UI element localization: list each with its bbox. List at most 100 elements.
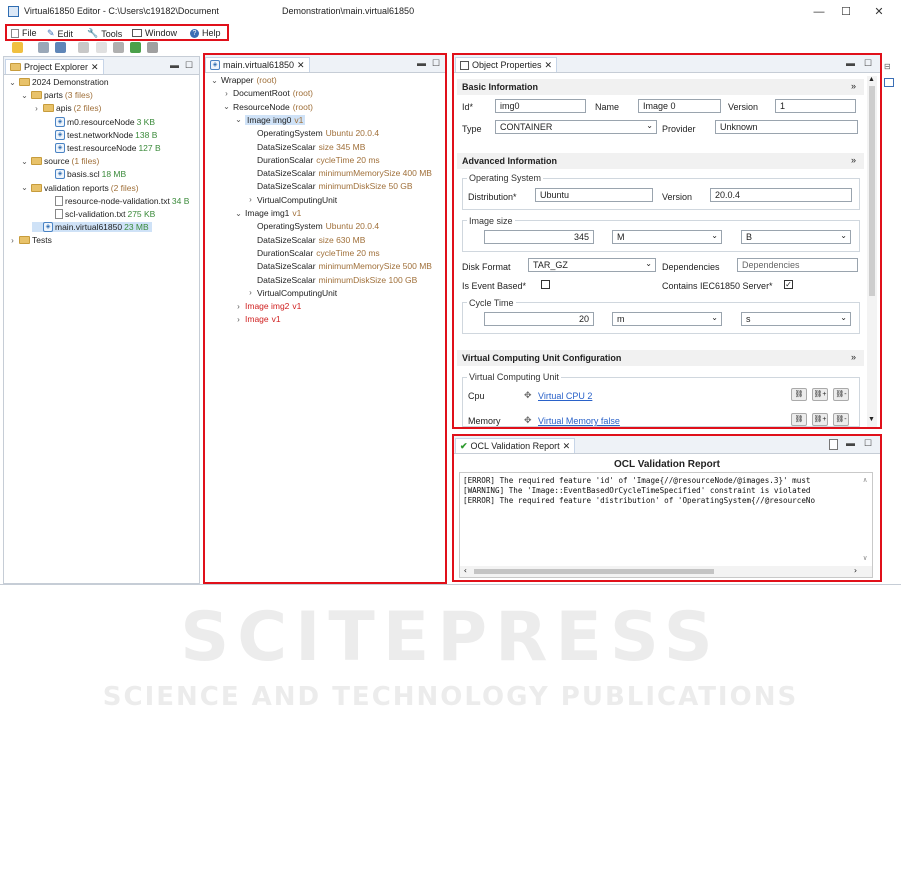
id-field[interactable]: img0 bbox=[495, 99, 586, 113]
chevron-down-icon[interactable]: ⌄ bbox=[210, 76, 219, 85]
project-tree-item[interactable]: ◈ test.networkNode 138 B bbox=[44, 129, 157, 140]
cut-icon[interactable] bbox=[78, 42, 89, 53]
save-icon[interactable] bbox=[38, 42, 49, 53]
model-tree-item[interactable]: DataSizeScalar minimumMemorySize 400 MB bbox=[246, 168, 432, 178]
project-tree-item[interactable]: › apis (2 files) bbox=[32, 103, 101, 113]
close-button[interactable]: ✕ bbox=[868, 4, 890, 20]
copy-icon[interactable] bbox=[96, 42, 107, 53]
project-tree-item[interactable]: › Tests bbox=[8, 235, 54, 245]
chevron-down-icon[interactable]: ⌄ bbox=[20, 157, 29, 166]
type-select[interactable]: CONTAINER ⌄ bbox=[495, 120, 657, 134]
chevron-down-icon[interactable]: ⌄ bbox=[8, 78, 17, 87]
chevron-down-icon[interactable]: ⌄ bbox=[234, 209, 243, 218]
close-icon[interactable]: ✕ bbox=[297, 60, 305, 71]
name-field[interactable]: Image 0 bbox=[638, 99, 721, 113]
link-icon[interactable]: ⛓ bbox=[791, 413, 807, 426]
tab-object-properties[interactable]: Object Properties ✕ bbox=[455, 57, 558, 72]
chevron-right-icon[interactable]: › bbox=[234, 315, 243, 324]
cycle-time-unit-select[interactable]: m ⌄ bbox=[612, 312, 722, 326]
project-tree-item[interactable]: ◈ basis.scl 18 MB bbox=[44, 169, 126, 180]
collapse-icon[interactable]: » bbox=[851, 155, 856, 165]
maximize-view-icon[interactable]: ☐ bbox=[432, 58, 440, 69]
maximize-view-icon[interactable]: ☐ bbox=[185, 60, 193, 71]
project-tree-item[interactable]: ⌄ parts (3 files) bbox=[20, 90, 93, 100]
console-vertical-scrollbar[interactable]: ∧ ∨ bbox=[862, 473, 872, 565]
cycle-time-field[interactable]: 20 bbox=[484, 312, 594, 326]
chevron-right-icon[interactable]: › bbox=[246, 288, 255, 297]
menu-help[interactable]: ? Help bbox=[190, 28, 221, 38]
chevron-down-icon[interactable]: ⌄ bbox=[20, 183, 29, 192]
project-tree-item[interactable]: ◈ test.resourceNode 127 B bbox=[44, 143, 161, 153]
project-tree-item[interactable]: resource-node-validation.txt 34 B bbox=[44, 195, 189, 206]
link-icon[interactable]: ⛓ bbox=[791, 388, 807, 401]
save-all-icon[interactable] bbox=[55, 42, 66, 53]
basic-information-header[interactable]: Basic Information » bbox=[457, 79, 864, 95]
menu-edit[interactable]: ✎ Edit bbox=[47, 28, 73, 39]
minimize-view-icon[interactable]: ▬ bbox=[846, 438, 855, 448]
model-tree-item[interactable]: › Image img2 v1 bbox=[234, 301, 301, 311]
chevron-right-icon[interactable]: › bbox=[8, 236, 17, 245]
chevron-right-icon[interactable]: › bbox=[234, 302, 243, 311]
chevron-down-icon[interactable]: ⌄ bbox=[234, 115, 243, 124]
dependencies-field[interactable]: Dependencies bbox=[737, 258, 858, 272]
model-tree-item[interactable]: › VirtualComputingUnit bbox=[246, 288, 340, 298]
model-tree-item[interactable]: DataSizeScalar minimumDiskSize 100 GB bbox=[246, 275, 417, 285]
add-link-icon[interactable]: ⛓+ bbox=[812, 388, 828, 401]
remove-link-icon[interactable]: ⛓- bbox=[833, 413, 849, 426]
distribution-field[interactable]: Ubuntu bbox=[535, 188, 653, 202]
project-tree-item[interactable]: ⌄ source (1 files) bbox=[20, 156, 99, 166]
image-size-unit-select[interactable]: M ⌄ bbox=[612, 230, 722, 244]
model-tree-item[interactable]: › DocumentRoot (root) bbox=[222, 88, 313, 98]
chevron-down-icon[interactable]: ⌄ bbox=[222, 102, 231, 111]
model-tree-item[interactable]: DurationScalar cycleTime 20 ms bbox=[246, 155, 380, 165]
delete-icon[interactable] bbox=[147, 42, 158, 53]
model-tree-item[interactable]: › Image v1 bbox=[234, 314, 280, 324]
add-link-icon[interactable]: ⛓+ bbox=[812, 413, 828, 426]
minimize-view-icon[interactable]: ▬ bbox=[170, 60, 179, 70]
close-icon[interactable]: ✕ bbox=[545, 60, 553, 71]
outline-icon[interactable]: ⊟ bbox=[884, 62, 891, 71]
maximize-view-icon[interactable]: ☐ bbox=[864, 58, 872, 69]
version-field[interactable]: 1 bbox=[775, 99, 856, 113]
close-icon[interactable]: ✕ bbox=[91, 62, 99, 73]
menu-window[interactable]: Window bbox=[132, 28, 177, 38]
model-tree-item[interactable]: ⌄ ResourceNode (root) bbox=[222, 102, 313, 112]
cycle-time-second-select[interactable]: s ⌄ bbox=[741, 312, 851, 326]
tab-project-explorer[interactable]: Project Explorer ✕ bbox=[5, 59, 104, 74]
chevron-right-icon[interactable]: › bbox=[32, 104, 41, 113]
tab-ocl-validation-report[interactable]: ✔ OCL Validation Report ✕ bbox=[455, 438, 576, 453]
model-tree-item[interactable]: DurationScalar cycleTime 20 ms bbox=[246, 248, 380, 258]
collapse-icon[interactable]: » bbox=[851, 352, 856, 362]
chevron-right-icon[interactable]: › bbox=[222, 89, 231, 98]
model-tree-item[interactable]: DataSizeScalar minimumDiskSize 50 GB bbox=[246, 181, 413, 191]
model-tree-item[interactable]: ⌄ Image img0 v1 bbox=[234, 114, 306, 125]
export-icon[interactable] bbox=[829, 439, 838, 450]
model-tree-item[interactable]: DataSizeScalar minimumMemorySize 500 MB bbox=[246, 261, 432, 271]
maximize-view-icon[interactable]: ☐ bbox=[864, 438, 872, 449]
disk-format-select[interactable]: TAR_GZ ⌄ bbox=[528, 258, 656, 272]
minimize-view-icon[interactable]: ▬ bbox=[846, 58, 855, 68]
memory-link[interactable]: Virtual Memory false bbox=[538, 416, 620, 426]
model-tree-item[interactable]: OperatingSystem Ubuntu 20.0.4 bbox=[246, 221, 379, 231]
chevron-right-icon[interactable]: › bbox=[246, 195, 255, 204]
paste-icon[interactable] bbox=[113, 42, 124, 53]
event-based-checkbox[interactable] bbox=[541, 280, 550, 289]
menu-file[interactable]: File bbox=[11, 28, 37, 38]
close-icon[interactable]: ✕ bbox=[563, 441, 571, 452]
refresh-icon[interactable] bbox=[130, 42, 141, 53]
model-tree-item[interactable]: DataSizeScalar size 630 MB bbox=[246, 235, 365, 245]
contains-iec61850-checkbox[interactable]: ✓ bbox=[784, 280, 793, 289]
image-size-field[interactable]: 345 bbox=[484, 230, 594, 244]
model-tree-item[interactable]: OperatingSystem Ubuntu 20.0.4 bbox=[246, 128, 379, 138]
collapse-icon[interactable]: » bbox=[851, 81, 856, 91]
image-size-byte-select[interactable]: B ⌄ bbox=[741, 230, 851, 244]
remove-link-icon[interactable]: ⛓- bbox=[833, 388, 849, 401]
project-tree-item[interactable]: scl-validation.txt 275 KB bbox=[44, 209, 155, 219]
new-icon[interactable] bbox=[12, 42, 23, 53]
project-tree-item[interactable]: ⌄ validation reports (2 files) bbox=[20, 183, 138, 193]
console-horizontal-scrollbar[interactable]: ‹ › bbox=[460, 566, 872, 577]
minimize-view-icon[interactable]: ▬ bbox=[417, 58, 426, 68]
project-tree-item[interactable]: ⌄ 2024 Demonstration bbox=[8, 77, 111, 87]
ocl-report-console[interactable]: [ERROR] The required feature 'id' of 'Im… bbox=[459, 472, 873, 578]
cpu-link[interactable]: Virtual CPU 2 bbox=[538, 391, 592, 401]
